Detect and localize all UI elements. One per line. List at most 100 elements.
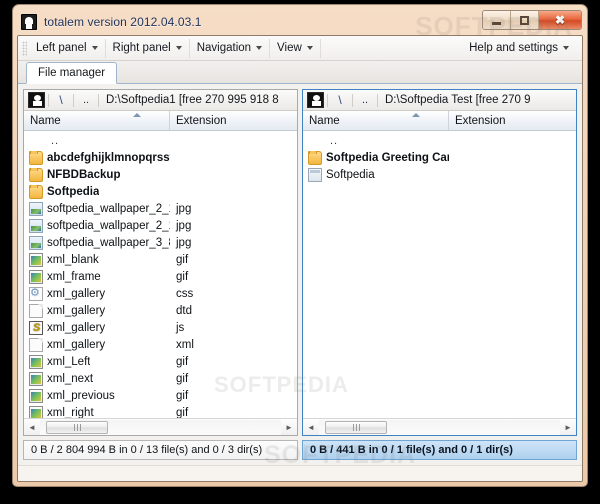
right-column-header-name[interactable]: Name — [303, 111, 449, 130]
file-row-extension-label: jpg — [176, 219, 192, 232]
file-row-name-cell: abcdefghijklmnopqrssttuv — [24, 150, 170, 165]
file-row-extension-label: dtd — [176, 304, 192, 317]
file-row[interactable]: xml_gallery js — [24, 319, 297, 336]
right-scroll-thumb[interactable] — [325, 420, 387, 434]
menu-item-left-panel-label: Left panel — [36, 41, 87, 54]
file-row-name-label: Softpedia — [326, 168, 375, 181]
file-row[interactable]: xml_gallery css — [24, 285, 297, 302]
file-row-name-cell: xml_next — [24, 371, 170, 386]
file-row[interactable]: Softpedia Greeting Card-P — [303, 149, 576, 166]
title-bar: totalem version 2012.04.03.1 ✖ — [17, 9, 583, 35]
file-row-name-label: NFBDBackup — [47, 168, 121, 181]
left-column-header-name-label: Name — [30, 114, 61, 127]
file-row[interactable]: softpedia_wallpaper_2_1600 jpg — [24, 217, 297, 234]
file-row[interactable]: xml_blank gif — [24, 251, 297, 268]
image-file-icon — [29, 218, 43, 233]
right-horizontal-scrollbar[interactable]: ◄ ► — [303, 418, 576, 435]
right-column-header-extension[interactable]: Extension — [449, 111, 576, 130]
left-root-button[interactable]: \ — [50, 92, 72, 109]
file-row[interactable]: xml_frame gif — [24, 268, 297, 285]
menu-item-help-and-settings[interactable]: Help and settings — [462, 39, 576, 58]
maximize-icon — [520, 15, 529, 25]
left-column-headers: Name Extension — [24, 111, 297, 131]
left-scroll-thumb[interactable] — [46, 420, 108, 434]
menu-item-navigation[interactable]: Navigation — [190, 38, 271, 58]
file-row[interactable]: .. — [303, 132, 576, 149]
scroll-left-arrow-icon[interactable]: ◄ — [24, 420, 40, 435]
menu-item-navigation-label: Navigation — [196, 41, 252, 54]
sort-ascending-icon — [412, 113, 420, 117]
file-row[interactable]: .. — [24, 132, 297, 149]
separator — [73, 93, 74, 107]
separator — [48, 93, 49, 107]
file-row-name-label: xml_frame — [47, 270, 101, 283]
image-file-icon — [29, 201, 43, 216]
menu-item-view[interactable]: View — [270, 38, 321, 58]
file-row-name-label: xml_right — [47, 406, 94, 419]
right-status-bar: 0 B / 441 B in 0 / 1 file(s) and 0 / 1 d… — [302, 440, 577, 460]
menu-grip-icon — [22, 40, 27, 56]
left-column-header-name[interactable]: Name — [24, 111, 170, 130]
scroll-left-arrow-icon[interactable]: ◄ — [303, 420, 319, 435]
left-panel-path-bar: \ .. D:\Softpedia1 [free 270 995 918 8 — [24, 90, 297, 111]
file-row[interactable]: NFBDBackup — [24, 166, 297, 183]
file-row-name-cell: xml_Left — [24, 354, 170, 369]
script-file-icon — [29, 320, 43, 335]
left-up-button[interactable]: .. — [75, 92, 97, 109]
menu-item-left-panel[interactable]: Left panel — [29, 38, 106, 58]
file-row[interactable]: xml_Left gif — [24, 353, 297, 370]
file-row[interactable]: abcdefghijklmnopqrssttuv — [24, 149, 297, 166]
file-row[interactable]: xml_next gif — [24, 370, 297, 387]
close-button[interactable]: ✖ — [539, 11, 581, 29]
left-horizontal-scrollbar[interactable]: ◄ ► — [24, 418, 297, 435]
file-row-name-cell: softpedia_wallpaper_2_1280 — [24, 201, 170, 216]
file-row[interactable]: softpedia_wallpaper_2_1280 jpg — [24, 200, 297, 217]
file-row-name-label: softpedia_wallpaper_2_1600 — [47, 219, 170, 232]
bottom-filler — [18, 465, 582, 481]
file-row-name-label: xml_previous — [47, 389, 115, 402]
minimize-icon — [492, 21, 501, 25]
file-row[interactable]: xml_right gif — [24, 404, 297, 418]
menu-item-view-label: View — [277, 41, 302, 54]
file-row[interactable]: xml_previous gif — [24, 387, 297, 404]
file-row-name-label: softpedia_wallpaper_3_8000 — [47, 236, 170, 249]
file-row[interactable]: xml_gallery xml — [24, 336, 297, 353]
file-row-extension-label: js — [176, 321, 185, 334]
right-root-button[interactable]: \ — [329, 92, 351, 109]
file-row-name-cell: xml_gallery — [24, 320, 170, 335]
file-row[interactable]: softpedia_wallpaper_3_8000 jpg — [24, 234, 297, 251]
scroll-right-arrow-icon[interactable]: ► — [281, 420, 297, 435]
menu-bar: Left panel Right panel Navigation View H… — [18, 36, 582, 61]
folder-icon — [308, 150, 322, 165]
minimize-button[interactable] — [483, 11, 511, 29]
css-file-icon — [29, 286, 43, 301]
grip-icon — [73, 423, 81, 431]
file-row[interactable]: xml_gallery dtd — [24, 302, 297, 319]
right-drive-selector-icon[interactable] — [307, 92, 324, 108]
tab-file-manager[interactable]: File manager — [26, 62, 118, 84]
right-scroll-track[interactable] — [319, 419, 560, 435]
desktop-background: totalem version 2012.04.03.1 ✖ Left pane… — [0, 0, 600, 504]
gif-file-icon — [29, 269, 43, 284]
file-row-name-label: Softpedia Greeting Card-P — [326, 151, 449, 164]
left-column-header-extension[interactable]: Extension — [170, 111, 297, 130]
scroll-right-arrow-icon[interactable]: ► — [560, 420, 576, 435]
left-drive-selector-icon[interactable] — [28, 92, 45, 108]
right-up-button[interactable]: .. — [354, 92, 376, 109]
left-file-list[interactable]: .. abcdefghijklmnopqrssttuv NFBDBackup Soft… — [24, 131, 297, 418]
file-row[interactable]: Softpedia — [24, 183, 297, 200]
separator — [98, 93, 99, 107]
maximize-button[interactable] — [511, 11, 539, 29]
file-row-name-cell: xml_frame — [24, 269, 170, 284]
file-row-name-cell: xml_gallery — [24, 337, 170, 352]
file-row-extension-label: gif — [176, 270, 189, 283]
menu-item-right-panel[interactable]: Right panel — [106, 38, 190, 58]
left-scroll-track[interactable] — [40, 419, 281, 435]
panel-container: \ .. D:\Softpedia1 [free 270 995 918 8 N… — [18, 84, 582, 436]
gif-file-icon — [29, 371, 43, 386]
file-icon — [308, 167, 322, 182]
right-file-list[interactable]: .. Softpedia Greeting Card-P Softpedia — [303, 131, 576, 418]
left-panel: \ .. D:\Softpedia1 [free 270 995 918 8 N… — [23, 89, 298, 436]
file-row[interactable]: Softpedia — [303, 166, 576, 183]
chevron-down-icon — [175, 46, 182, 50]
